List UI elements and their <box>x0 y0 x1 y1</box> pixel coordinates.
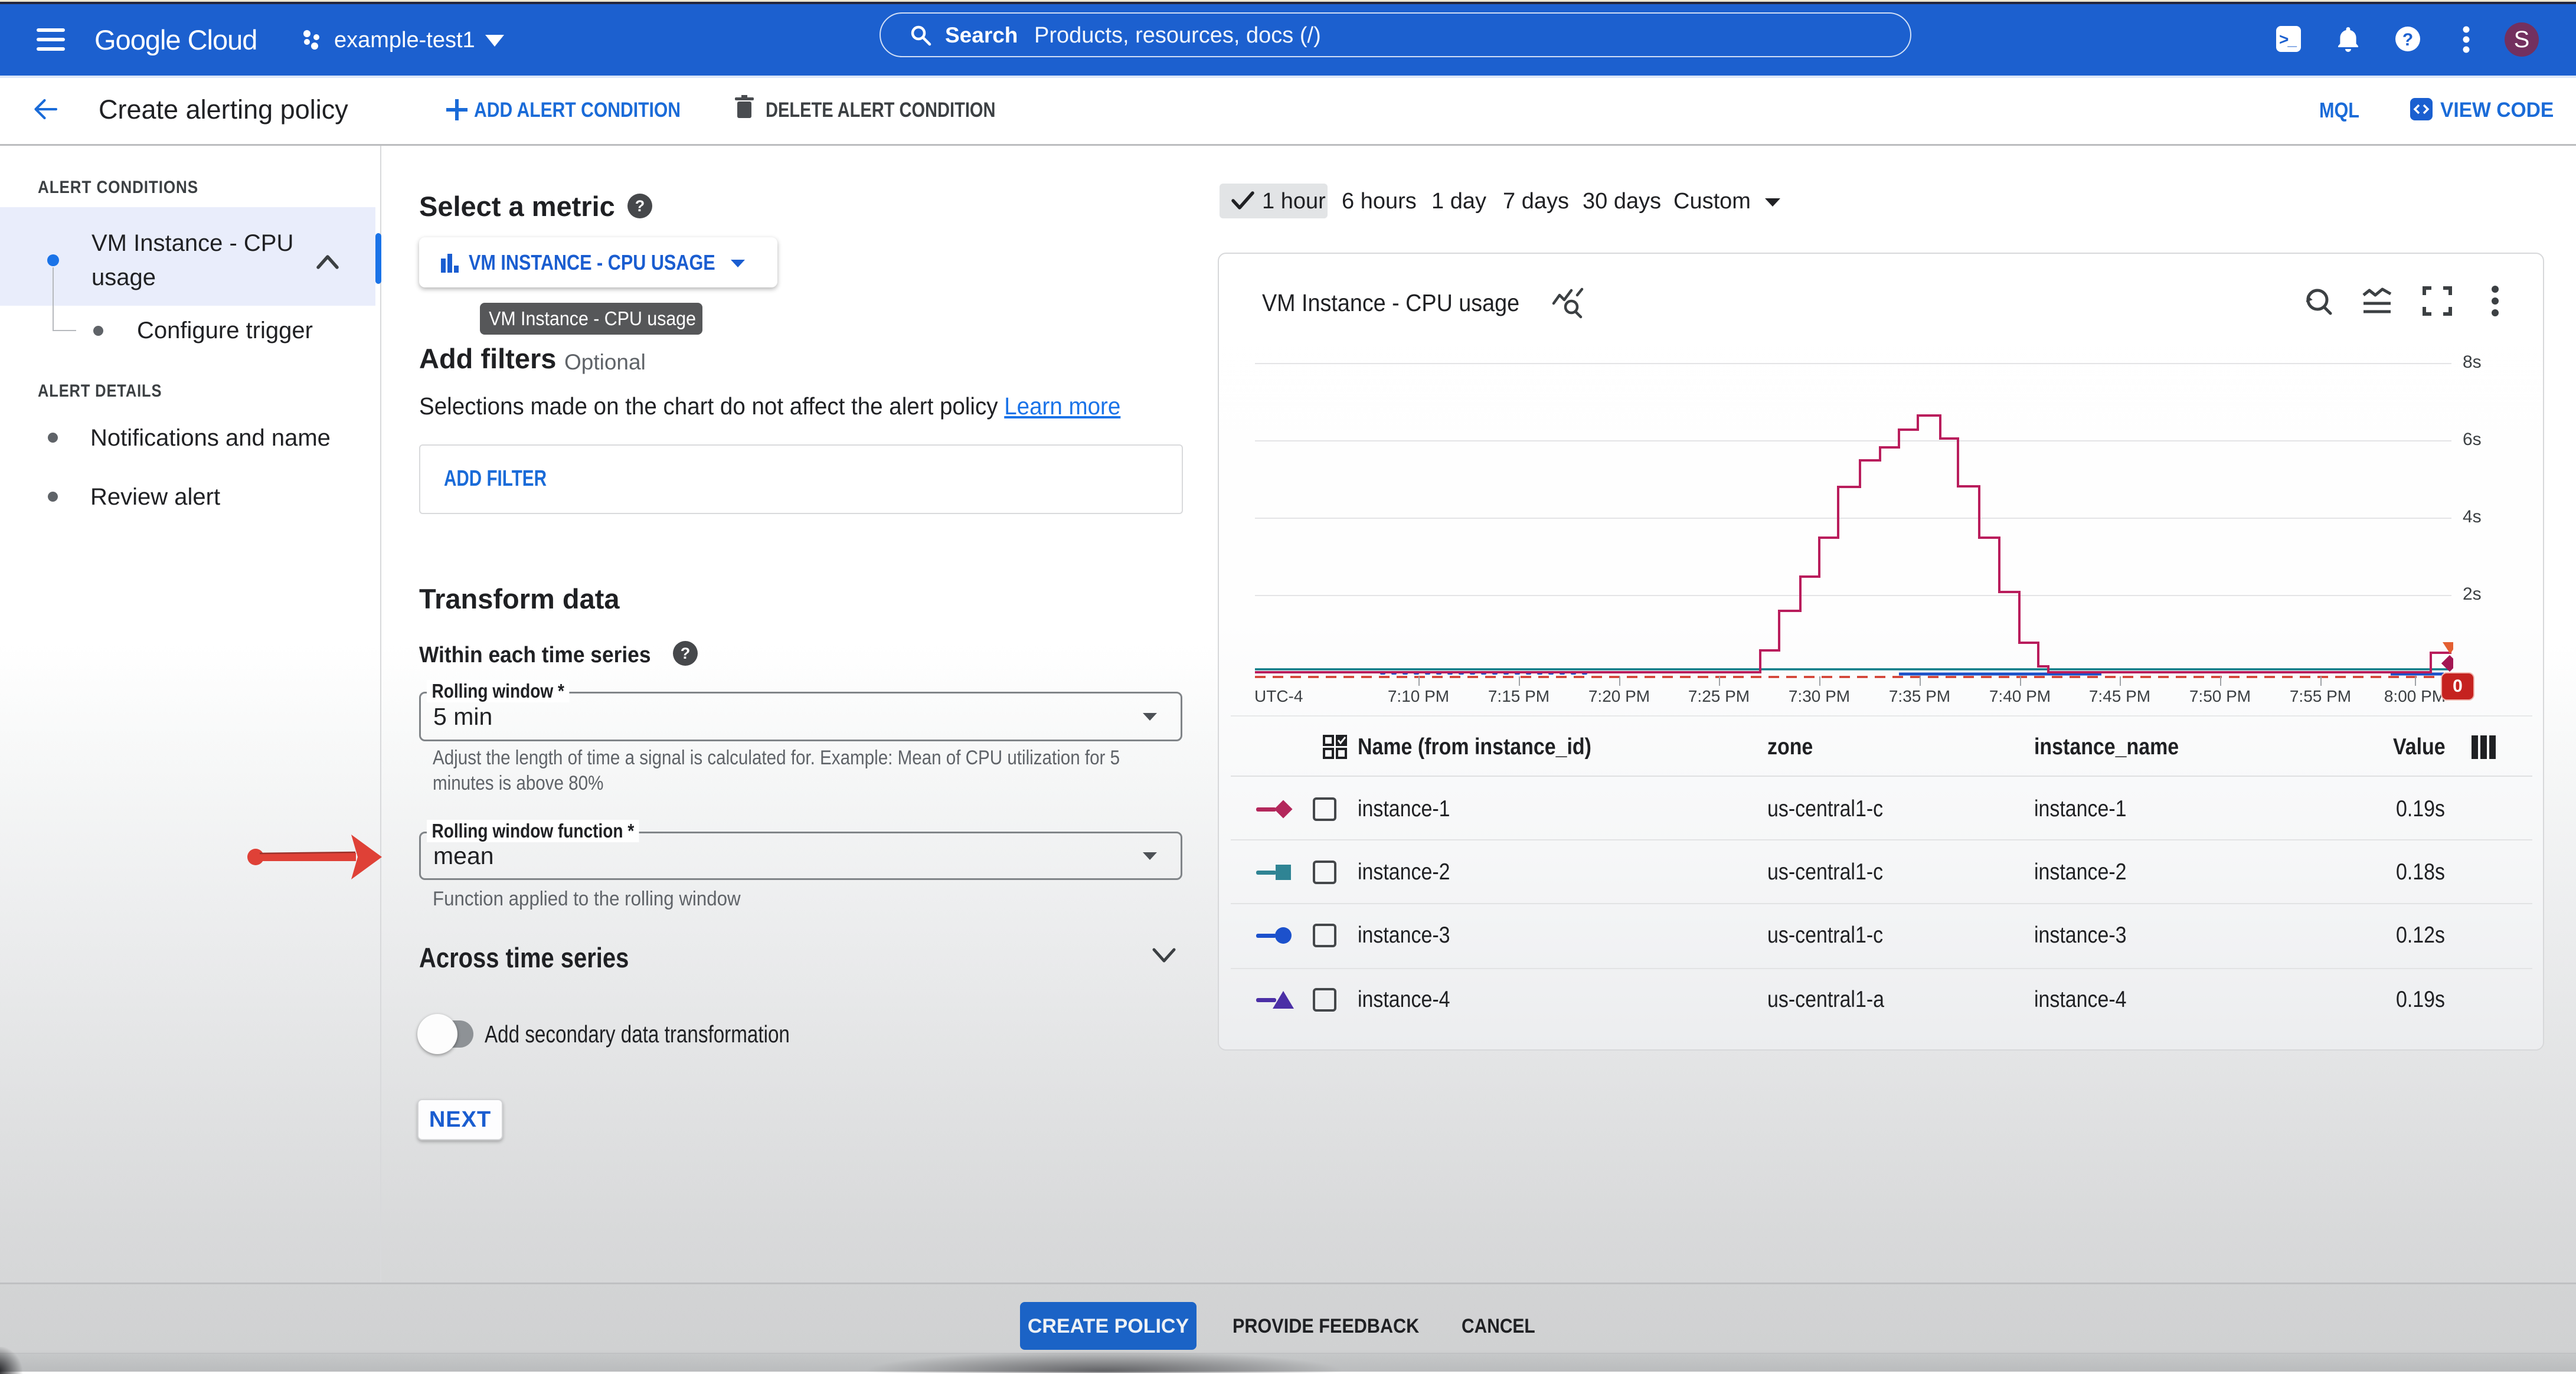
svg-text:?: ? <box>2402 30 2413 50</box>
